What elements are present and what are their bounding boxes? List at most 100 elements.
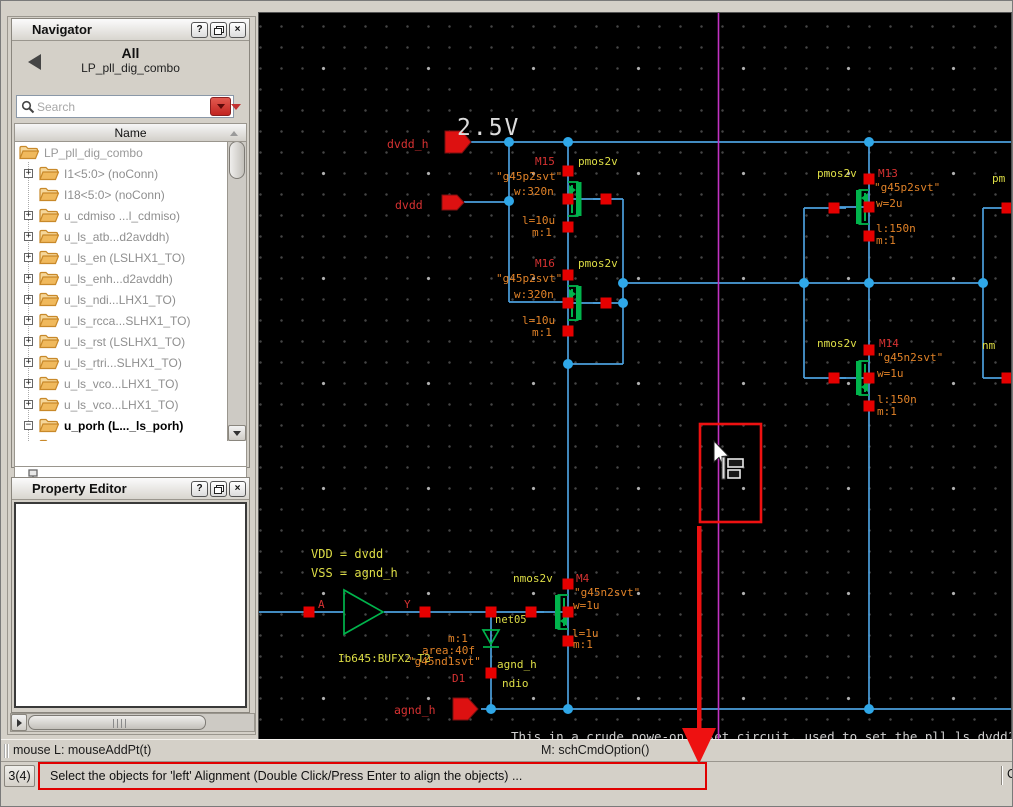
pin-square[interactable] bbox=[562, 221, 574, 233]
net05-label[interactable]: net05 bbox=[495, 614, 527, 626]
right-pmos-partial[interactable]: pm bbox=[992, 172, 1006, 185]
m15-mult[interactable]: m:1 bbox=[532, 226, 552, 239]
pin-square[interactable] bbox=[303, 606, 315, 618]
pin-label-dvdd-h[interactable]: dvdd_h bbox=[387, 137, 429, 151]
solder-dot[interactable] bbox=[618, 298, 628, 308]
m16-model[interactable]: "g45p2svt" bbox=[496, 272, 562, 285]
tree-expander[interactable]: + bbox=[24, 295, 33, 304]
mos-symbols[interactable] bbox=[530, 181, 869, 630]
schematic-drawing[interactable]: 2.5V This in a crude powe-on reset circu… bbox=[259, 13, 1011, 739]
tree-item[interactable]: + u_ls_rtri...SLHX1_TO) bbox=[15, 352, 227, 373]
tree-expander[interactable]: + bbox=[24, 337, 33, 346]
d1-model[interactable]: "g45nd1svt" bbox=[408, 655, 481, 668]
pin-square[interactable] bbox=[863, 201, 875, 213]
scroll-right-button[interactable] bbox=[11, 714, 27, 731]
m16-mult[interactable]: m:1 bbox=[532, 326, 552, 339]
m16-name[interactable]: M16 bbox=[535, 257, 555, 270]
m15-width[interactable]: w:320n bbox=[514, 185, 554, 198]
pin-square[interactable] bbox=[863, 230, 875, 242]
m14-mult[interactable]: m:1 bbox=[877, 405, 897, 418]
tree-item[interactable]: + u_ls_enh...d2avddh) bbox=[15, 268, 227, 289]
solder-dot[interactable] bbox=[864, 704, 874, 714]
pin-label-dvdd[interactable]: dvdd bbox=[395, 198, 423, 212]
pin-square[interactable] bbox=[562, 165, 574, 177]
m4-width[interactable]: w=1u bbox=[573, 599, 600, 612]
d1-cell[interactable]: ndio bbox=[502, 677, 529, 690]
solder-dot[interactable] bbox=[486, 704, 496, 714]
pin-square[interactable] bbox=[863, 400, 875, 412]
solder-dot[interactable] bbox=[504, 196, 514, 206]
scroll-down-button[interactable] bbox=[228, 425, 246, 441]
m14-cell[interactable]: nmos2v bbox=[817, 337, 857, 350]
channel-bar[interactable] bbox=[856, 190, 862, 224]
m13-name[interactable]: M13 bbox=[878, 167, 898, 180]
search-options-button[interactable] bbox=[210, 97, 231, 116]
m15-model[interactable]: "g45p2svt" bbox=[496, 170, 562, 183]
tree-expander[interactable]: + bbox=[24, 169, 33, 178]
pin-arrow-agnd-h[interactable] bbox=[452, 697, 479, 721]
m16-cell[interactable]: pmos2v bbox=[578, 257, 618, 270]
pin-square[interactable] bbox=[562, 269, 574, 281]
tree-item[interactable]: LP_pll_dig_combo bbox=[15, 142, 227, 163]
scrollbar-thumb[interactable] bbox=[28, 715, 206, 730]
close-button[interactable]: × bbox=[229, 480, 246, 497]
pin-square[interactable] bbox=[562, 193, 574, 205]
solder-dot[interactable] bbox=[864, 137, 874, 147]
tree-expander[interactable]: + bbox=[24, 358, 33, 367]
search-menu-icon[interactable] bbox=[231, 104, 241, 110]
statusbar-grip[interactable] bbox=[4, 744, 9, 758]
dock-horizontal-scrollbar[interactable] bbox=[10, 713, 255, 732]
pin-square[interactable] bbox=[1001, 372, 1012, 384]
tree-expander[interactable]: + bbox=[24, 211, 33, 220]
tree-item[interactable]: + I3 (DUMMY) bbox=[15, 436, 227, 441]
tree-item[interactable]: + u_ls_ndi...LHX1_TO) bbox=[15, 289, 227, 310]
tree-expander[interactable]: + bbox=[24, 232, 33, 241]
tree-item[interactable]: + u_ls_rst (LSLHX1_TO) bbox=[15, 331, 227, 352]
m14-width[interactable]: w=1u bbox=[877, 367, 904, 380]
m4-cell[interactable]: nmos2v bbox=[513, 572, 553, 585]
tree-item[interactable]: + u_ls_vco...LHX1_TO) bbox=[15, 394, 227, 415]
back-arrow-icon[interactable] bbox=[28, 54, 41, 70]
m14-model[interactable]: "g45n2svt" bbox=[877, 351, 943, 364]
d1-net-label[interactable]: agnd_h bbox=[497, 658, 537, 671]
pin-square[interactable] bbox=[562, 297, 574, 309]
m13-mult[interactable]: m:1 bbox=[876, 234, 896, 247]
channel-bar[interactable] bbox=[576, 286, 582, 320]
navigator-titlebar[interactable]: Navigator ? × bbox=[12, 19, 249, 41]
channel-bar[interactable] bbox=[856, 361, 862, 395]
pin-square[interactable] bbox=[600, 193, 612, 205]
solder-dot[interactable] bbox=[563, 359, 573, 369]
search-input[interactable] bbox=[35, 98, 210, 115]
tree-expander[interactable]: + bbox=[24, 316, 33, 325]
m16-width[interactable]: w:320n bbox=[514, 288, 554, 301]
mos-symbol-m15[interactable] bbox=[568, 181, 606, 217]
m13-model[interactable]: "g45p2svt" bbox=[874, 181, 940, 194]
tree-item[interactable]: + u_ls_vco...LHX1_TO) bbox=[15, 373, 227, 394]
tree-expander[interactable]: − bbox=[24, 421, 33, 430]
scrollbar-thumb[interactable] bbox=[229, 142, 245, 179]
float-button[interactable] bbox=[210, 480, 227, 497]
tree-item[interactable]: + u_ls_atb...d2avddh) bbox=[15, 226, 227, 247]
solder-dot[interactable] bbox=[864, 278, 874, 288]
name-column-header[interactable]: Name bbox=[14, 123, 247, 142]
channel-bar[interactable] bbox=[576, 182, 582, 216]
tree-vertical-scrollbar[interactable] bbox=[227, 142, 246, 441]
m15-name[interactable]: M15 bbox=[535, 155, 555, 168]
tree-item[interactable]: − u_porh (L..._ls_porh) bbox=[15, 415, 227, 436]
d1-name[interactable]: D1 bbox=[452, 672, 465, 685]
pin-square[interactable] bbox=[600, 297, 612, 309]
tree-item[interactable]: + u_ls_rcca...SLHX1_TO) bbox=[15, 310, 227, 331]
schematic-canvas[interactable]: 2.5V This in a crude powe-on reset circu… bbox=[258, 12, 1012, 740]
pin-square[interactable] bbox=[863, 173, 875, 185]
tree-item[interactable]: + u_cdmiso ...l_cdmiso) bbox=[15, 205, 227, 226]
right-nmos-partial[interactable]: nm bbox=[982, 339, 996, 352]
pin-square[interactable] bbox=[863, 344, 875, 356]
pin-square[interactable] bbox=[1001, 202, 1012, 214]
help-button[interactable]: ? bbox=[191, 21, 208, 38]
pin-square[interactable] bbox=[525, 606, 537, 618]
pin-square[interactable] bbox=[562, 578, 574, 590]
tree-expander[interactable]: + bbox=[24, 274, 33, 283]
channel-bar[interactable] bbox=[555, 595, 561, 629]
buffer-pin-y[interactable]: Y bbox=[404, 598, 411, 611]
tree-item[interactable]: + u_ls_en (LSLHX1_TO) bbox=[15, 247, 227, 268]
